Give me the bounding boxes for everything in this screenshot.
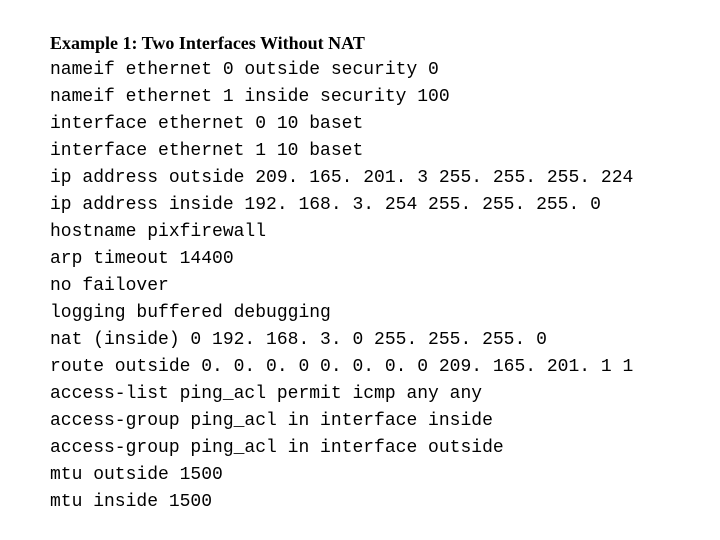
- config-line: mtu outside 1500: [50, 462, 670, 489]
- config-line: arp timeout 14400: [50, 246, 670, 273]
- config-line: nat (inside) 0 192. 168. 3. 0 255. 255. …: [50, 327, 670, 354]
- config-line: route outside 0. 0. 0. 0 0. 0. 0. 0 209.…: [50, 354, 670, 381]
- config-line: access-list ping_acl permit icmp any any: [50, 381, 670, 408]
- config-line: nameif ethernet 1 inside security 100: [50, 84, 670, 111]
- config-line: access-group ping_acl in interface insid…: [50, 408, 670, 435]
- config-line: nameif ethernet 0 outside security 0: [50, 57, 670, 84]
- config-line: access-group ping_acl in interface outsi…: [50, 435, 670, 462]
- config-line: mtu inside 1500: [50, 489, 670, 516]
- config-line: ip address inside 192. 168. 3. 254 255. …: [50, 192, 670, 219]
- example-heading: Example 1: Two Interfaces Without NAT: [50, 30, 670, 57]
- config-line: hostname pixfirewall: [50, 219, 670, 246]
- config-line: ip address outside 209. 165. 201. 3 255.…: [50, 165, 670, 192]
- config-line: no failover: [50, 273, 670, 300]
- config-line: interface ethernet 1 10 baset: [50, 138, 670, 165]
- config-line: interface ethernet 0 10 baset: [50, 111, 670, 138]
- config-line: logging buffered debugging: [50, 300, 670, 327]
